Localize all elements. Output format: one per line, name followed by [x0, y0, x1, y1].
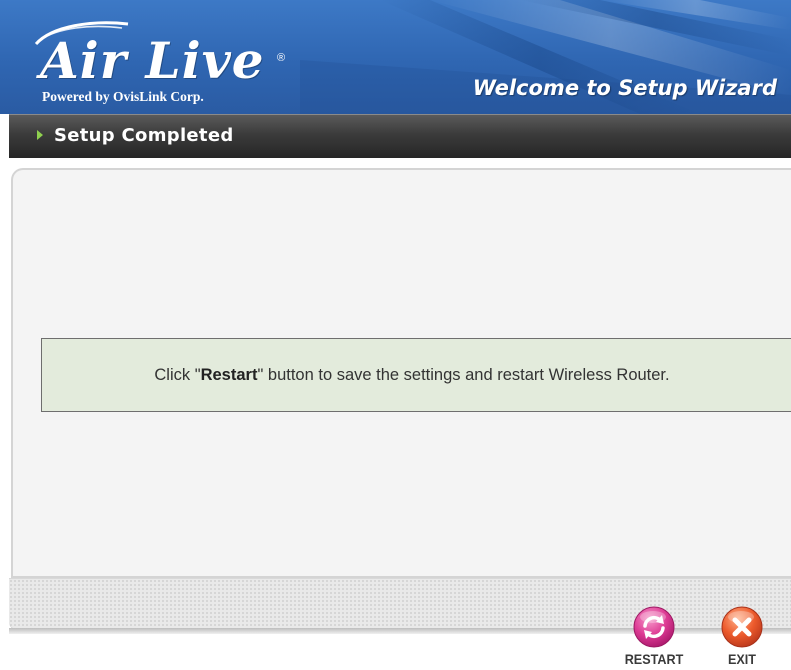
refresh-icon[interactable]: [633, 606, 675, 648]
wizard-title: Welcome to Setup Wizard: [472, 76, 777, 100]
logo-wordmark: Air Live: [40, 31, 265, 90]
restart-button[interactable]: RESTART: [613, 606, 693, 670]
message-box: Click "Restart" button to save the setti…: [41, 338, 791, 412]
restart-label[interactable]: RESTART: [617, 651, 691, 667]
registered-mark: ®: [277, 52, 286, 64]
message-suffix: " button to save the settings and restar…: [257, 366, 670, 384]
logo-tagline: Powered by OvisLink Corp.: [42, 89, 204, 104]
section-title: Setup Completed: [54, 125, 234, 146]
exit-label[interactable]: EXIT: [705, 651, 779, 667]
message-prefix: Click ": [154, 366, 201, 384]
exit-button[interactable]: EXIT: [701, 606, 781, 670]
message-text: Click "Restart" button to save the setti…: [42, 339, 782, 411]
airlive-logo: Air Live ® Powered by OvisLink Corp.: [22, 14, 292, 112]
setup-wizard-page: Air Live ® Powered by OvisLink Corp. Wel…: [0, 0, 791, 670]
message-bold-restart: Restart: [200, 366, 258, 384]
section-header-bar: Setup Completed: [9, 114, 791, 158]
close-icon[interactable]: [721, 606, 763, 648]
header-banner: Air Live ® Powered by OvisLink Corp. Wel…: [0, 0, 791, 114]
triangle-right-icon: [37, 130, 43, 140]
